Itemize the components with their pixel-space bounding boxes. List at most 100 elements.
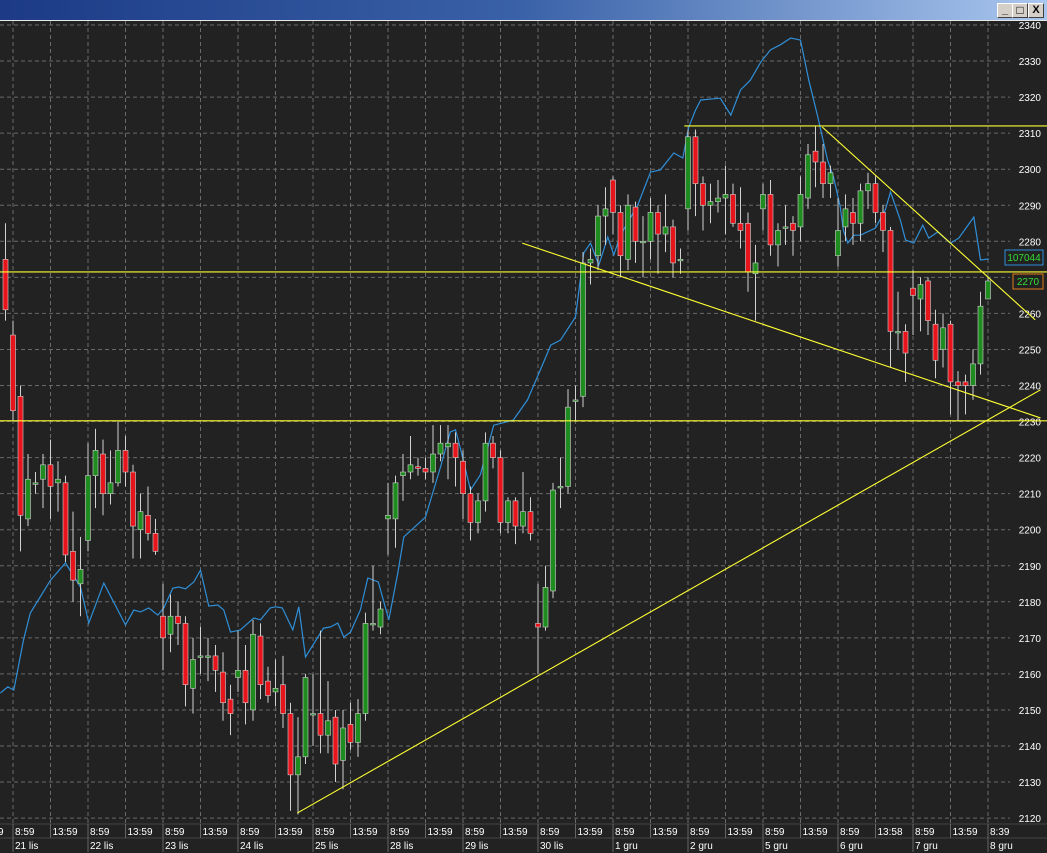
candle: [182, 616, 189, 707]
candle-body-down: [812, 150, 819, 163]
candle-body-down: [280, 684, 286, 714]
candle: [25, 453, 31, 527]
candle: [92, 428, 99, 509]
candle: [317, 630, 324, 754]
candle-body-up: [775, 230, 781, 246]
close-button[interactable]: X: [1028, 3, 1044, 18]
candle-body-up: [505, 500, 511, 523]
candle-body-up: [760, 194, 766, 210]
candle: [227, 684, 234, 736]
candle-body-up: [977, 305, 984, 365]
candle-body-down: [490, 442, 496, 458]
candle-body-up: [167, 615, 174, 635]
candle: [145, 486, 151, 541]
price-axis: 2340233023202310230022902280227022602250…: [1019, 21, 1042, 825]
candle: [700, 176, 706, 231]
candle: [887, 226, 894, 368]
candle: [715, 180, 721, 213]
date-tick-label: 29 lis: [465, 841, 488, 852]
time-tick-label: 8:59: [840, 827, 860, 838]
candle-body-up: [685, 136, 691, 210]
time-tick-label: 8:59: [615, 827, 635, 838]
candle-body-down: [182, 623, 189, 686]
indicator-series: [0, 37, 989, 694]
candle-body-up: [580, 262, 586, 397]
candle-body-down: [962, 381, 969, 386]
candle-body-down: [415, 466, 421, 469]
price-tick-label: 2120: [1019, 814, 1042, 825]
candle-body-up: [842, 208, 849, 228]
time-tick-label: 8:59: [165, 827, 185, 838]
candle: [865, 172, 871, 209]
candle-body-down: [347, 724, 354, 743]
candle: [655, 205, 661, 274]
time-tick-label: 8:59: [690, 827, 710, 838]
price-tick-label: 2190: [1019, 562, 1042, 573]
candle: [910, 270, 916, 336]
candle-body-up: [197, 655, 204, 658]
maximize-button[interactable]: □: [1012, 3, 1028, 18]
candle-body-up: [647, 212, 654, 242]
candle: [692, 129, 699, 217]
minimize-button[interactable]: _: [997, 3, 1013, 18]
candle: [85, 443, 91, 552]
time-tick-label: 13:59: [53, 827, 78, 838]
candle: [820, 143, 826, 199]
candle-body-down: [910, 287, 916, 296]
candle: [370, 565, 376, 631]
trend-line: [522, 242, 1041, 419]
candle: [55, 461, 61, 512]
time-tick-label: 13:59: [503, 827, 528, 838]
candle-body-down: [955, 381, 961, 386]
candle-body-up: [55, 478, 61, 484]
candle: [775, 223, 781, 267]
time-tick-label: 8:59: [915, 827, 935, 838]
price-tick-label: 2250: [1019, 345, 1042, 356]
candle-body-down: [242, 669, 249, 704]
time-tick-label: 13:59: [278, 827, 303, 838]
candle-body-up: [370, 623, 376, 626]
price-tick-label: 2330: [1019, 57, 1042, 68]
candle-body-down: [902, 331, 909, 354]
candle-body-up: [572, 399, 579, 402]
candle: [115, 421, 121, 487]
candle-body-down: [10, 334, 16, 412]
date-tick-label: 22 lis: [90, 841, 113, 852]
time-tick-label: 8:59: [765, 827, 785, 838]
candle: [985, 277, 991, 300]
candle: [437, 425, 444, 462]
price-tick-label: 2230: [1019, 418, 1042, 429]
candle: [250, 619, 256, 721]
candle: [17, 385, 24, 552]
candle-body-down: [692, 136, 699, 184]
candle: [737, 187, 744, 249]
candle: [535, 583, 541, 674]
time-tick-label: 9: [0, 827, 4, 838]
candle-body-up: [407, 464, 414, 473]
candle-body-up: [662, 226, 669, 235]
candle: [460, 450, 466, 519]
candle: [70, 511, 76, 602]
candle: [730, 183, 736, 227]
candle-body-up: [602, 208, 609, 217]
candle-body-down: [512, 500, 519, 527]
candlestick-chart[interactable]: 2340233023202310230022902280227022602250…: [0, 21, 1047, 853]
date-tick-label: 23 lis: [165, 841, 188, 852]
candle-body-down: [925, 280, 931, 321]
axis-markers: 107044 2270: [1004, 249, 1044, 290]
candle: [640, 216, 646, 278]
time-tick-label: 13:59: [953, 827, 978, 838]
candle-body-down: [422, 468, 429, 473]
candle: [880, 205, 886, 253]
candle-body-up: [595, 215, 601, 257]
candle-body-up: [445, 442, 451, 448]
candle: [422, 457, 429, 480]
candle-body-down: [152, 533, 159, 552]
candle-body-down: [617, 212, 624, 257]
candle: [482, 432, 489, 512]
date-tick-label: 7 gru: [915, 841, 938, 852]
candle: [602, 187, 609, 245]
candle: [287, 702, 294, 811]
candle: [752, 244, 759, 321]
time-tick-label: 13:59: [653, 827, 678, 838]
